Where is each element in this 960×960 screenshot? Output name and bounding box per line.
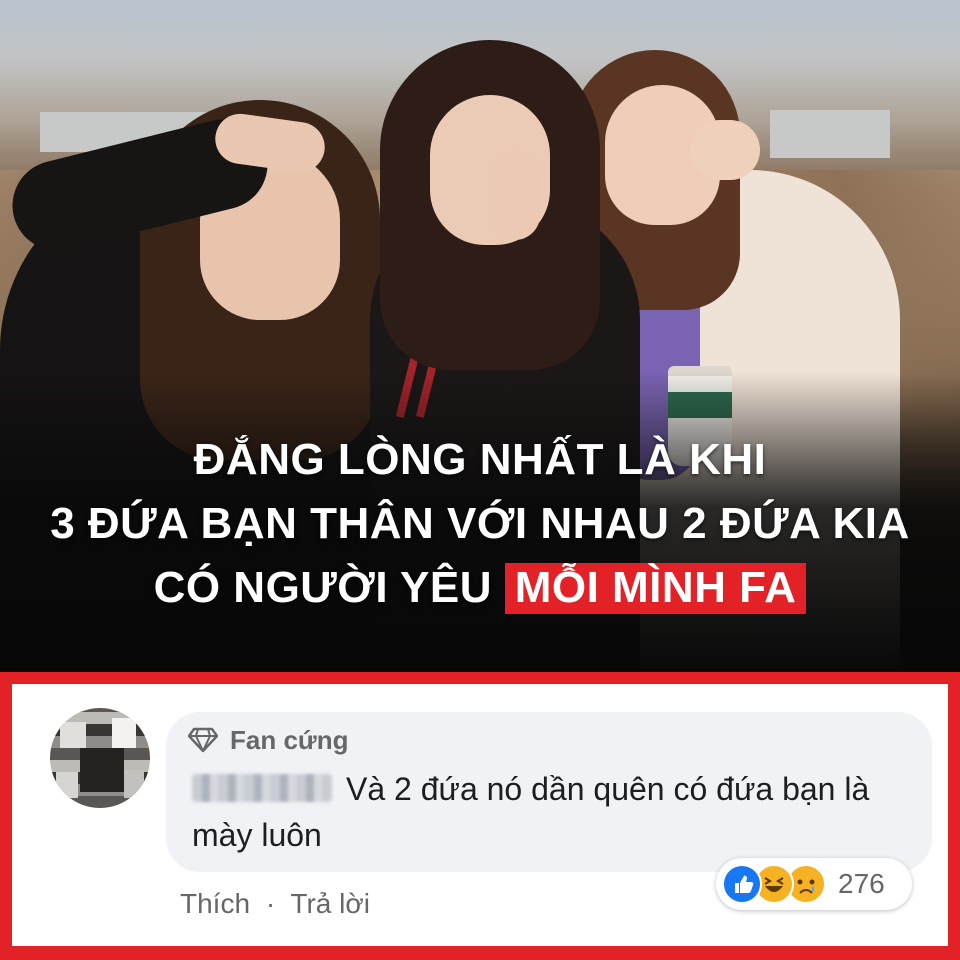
reaction-count: 276 (838, 868, 885, 899)
headline-line-1: ĐẮNG LÒNG NHẤT LÀ KHI (193, 435, 767, 484)
diamond-icon (188, 727, 218, 753)
commenter-name-blurred[interactable] (192, 774, 332, 802)
comment-actions: Thích · Trả lời (180, 888, 378, 920)
action-separator: · (265, 888, 276, 919)
comment-bubble: Fan cứng Và 2 đứa nó dần quên có đứa bạn… (166, 712, 932, 872)
comment-panel: Fan cứng Và 2 đứa nó dần quên có đứa bạn… (12, 684, 948, 946)
headline-caption: ĐẮNG LÒNG NHẤT LÀ KHI 3 ĐỨA BẠN THÂN VỚI… (0, 428, 960, 620)
headline-line-3: CÓ NGƯỜI YÊU MỖI MÌNH FA (0, 556, 960, 620)
headline-line-2: 3 ĐỨA BẠN THÂN VỚI NHAU 2 ĐỨA KIA (50, 499, 910, 548)
like-action-link[interactable]: Thích (180, 888, 250, 919)
badge-label: Fan cứng (230, 724, 349, 755)
reply-action-link[interactable]: Trả lời (290, 888, 370, 919)
background-building (770, 110, 890, 158)
headline-highlight: MỖI MÌNH FA (504, 563, 807, 614)
like-icon (722, 864, 762, 904)
reaction-summary[interactable]: 276 (716, 858, 912, 910)
fan-badge[interactable]: Fan cứng (188, 724, 349, 756)
headline-line-3-prefix: CÓ NGƯỜI YÊU (153, 563, 492, 612)
comment-text: Và 2 đứa nó dần quên có đứa bạn là mày l… (192, 766, 892, 858)
avatar[interactable] (50, 708, 150, 808)
